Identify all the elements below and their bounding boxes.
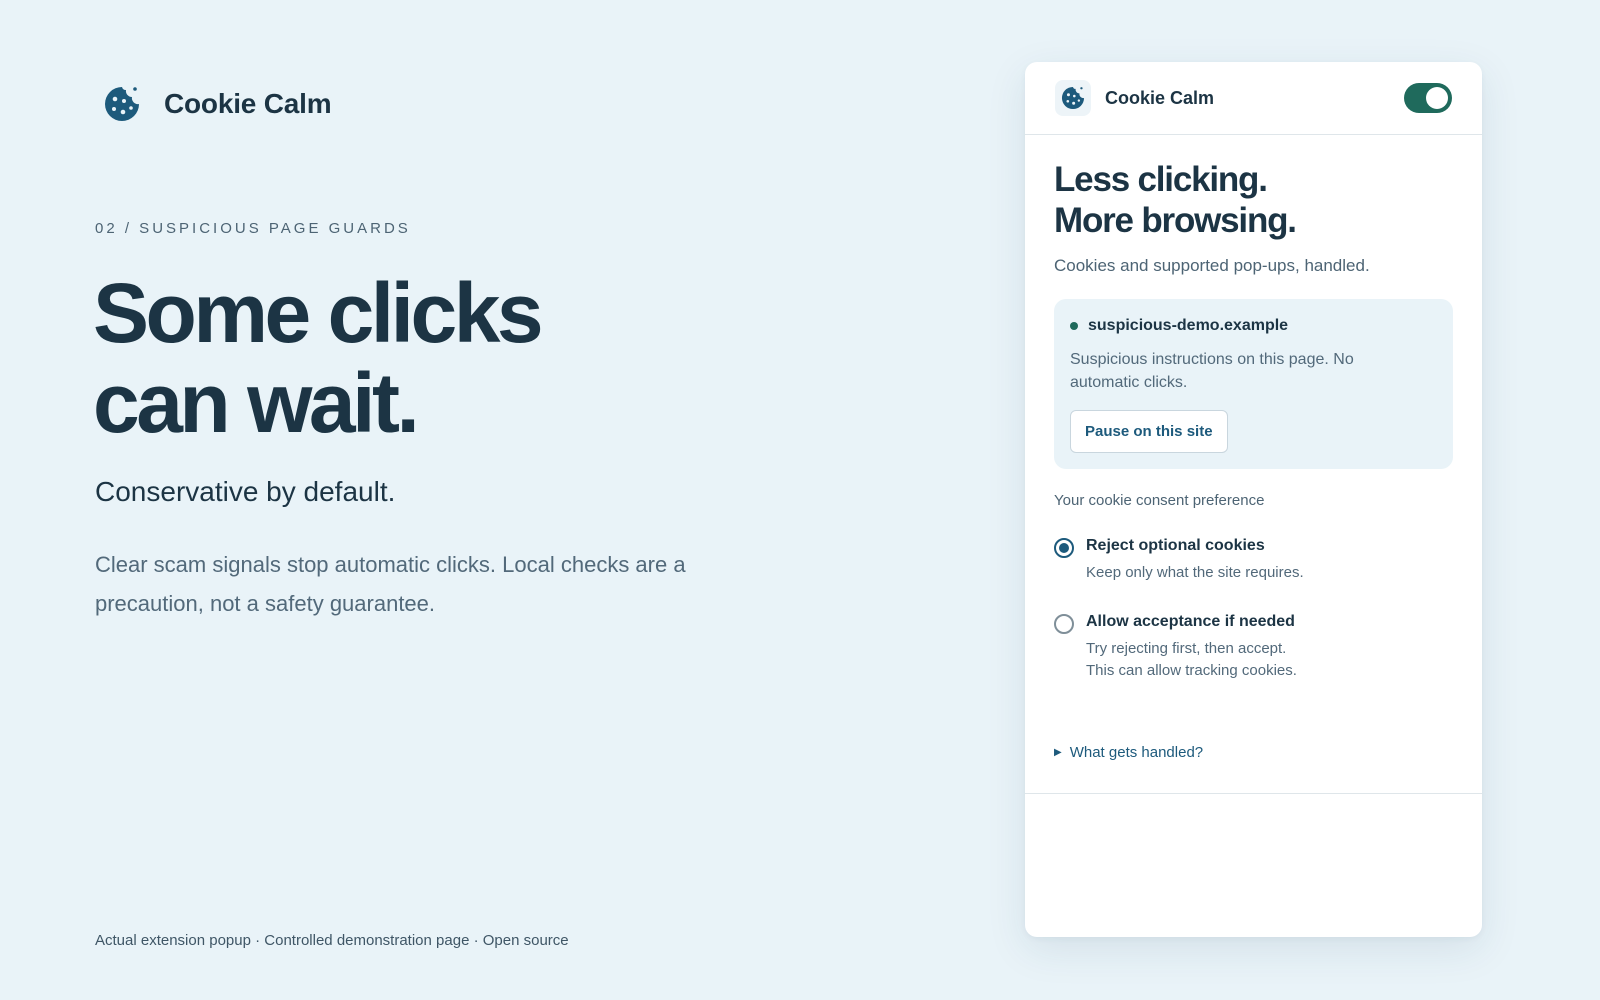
option-desc-line-2: This can allow tracking cookies. [1086,662,1297,679]
footer-note: Actual extension popup · Controlled demo… [95,932,569,949]
section-eyebrow: 02 / SUSPICIOUS PAGE GUARDS [95,220,411,237]
popup-app-name: Cookie Calm [1105,87,1215,108]
popup-logo [1055,80,1091,116]
enable-toggle[interactable] [1404,83,1452,113]
option-title: Allow acceptance if needed [1086,613,1295,630]
popup-tagline: Cookies and supported pop-ups, handled. [1054,256,1370,275]
page: Cookie Calm 02 / SUSPICIOUS PAGE GUARDS … [0,0,1600,1000]
extension-popup: Cookie Calm Less clicking. More browsing… [1025,62,1482,937]
site-domain: suspicious-demo.example [1088,317,1289,334]
hero-title-line-2: can wait. [93,356,420,450]
toggle-knob [1426,87,1448,109]
cookie-icon [105,87,139,121]
option-desc-line-1: Try rejecting first, then accept. [1086,640,1287,657]
popup-body: Less clicking. More browsing. Cookies an… [1025,159,1482,761]
status-dot-icon [1070,322,1078,330]
option-reject-optional[interactable]: Reject optional cookies Keep only what t… [1054,537,1453,584]
popup-title-line-1: Less clicking. [1054,160,1268,199]
triangle-right-icon: ▶ [1054,747,1062,758]
radio-allow-acceptance[interactable] [1054,614,1074,634]
hero-body: Clear scam signals stop automatic clicks… [95,552,686,616]
details-label: What gets handled? [1069,744,1204,761]
brand: Cookie Calm [102,84,332,124]
radio-reject-optional[interactable] [1054,538,1074,558]
brand-name: Cookie Calm [164,88,332,119]
pause-on-site-button[interactable]: Pause on this site [1070,410,1228,453]
popup-title-line-2: More browsing. [1054,201,1297,240]
what-gets-handled-disclosure[interactable]: ▶ What gets handled? [1054,744,1453,761]
option-text: Reject optional cookies Keep only what t… [1086,537,1304,584]
site-status-card: suspicious-demo.example Suspicious instr… [1054,299,1453,469]
option-description: Try rejecting first, then accept. This c… [1086,638,1297,682]
cookie-icon [1061,86,1085,110]
consent-preference-label: Your cookie consent preference [1054,492,1265,509]
popup-title: Less clicking. More browsing. [1054,159,1453,241]
hero-title: Some clicks can wait. [93,268,793,448]
popup-header: Cookie Calm [1025,62,1482,135]
option-description: Keep only what the site requires. [1086,562,1304,584]
option-desc-line-1: Keep only what the site requires. [1086,564,1304,581]
site-row: suspicious-demo.example [1070,317,1437,335]
option-title: Reject optional cookies [1086,537,1265,554]
hero-subtitle: Conservative by default. [95,476,396,507]
option-allow-acceptance[interactable]: Allow acceptance if needed Try rejecting… [1054,613,1453,682]
hero-title-line-1: Some clicks [93,266,544,360]
popup-divider [1025,793,1482,794]
site-warning-note: Suspicious instructions on this page. No… [1070,351,1354,391]
option-text: Allow acceptance if needed Try rejecting… [1086,613,1297,682]
